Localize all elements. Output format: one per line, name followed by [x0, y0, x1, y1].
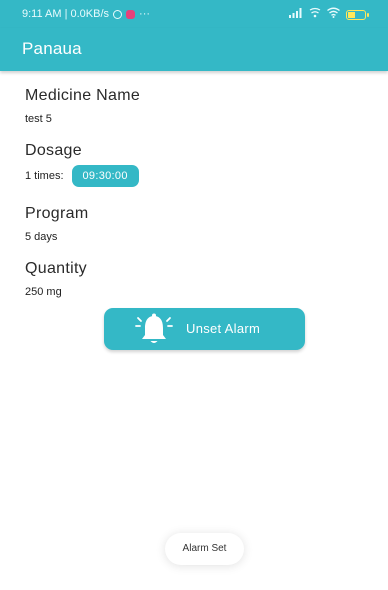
bell-ringing-icon	[134, 311, 174, 347]
program-section: Program 5 days	[25, 204, 88, 244]
status-left: 9:11 AM | 0.0KB/s ···	[22, 8, 150, 20]
app-screen: 9:11 AM | 0.0KB/s ··· Panaua Medicine Na…	[0, 0, 388, 590]
dosage-time-chip[interactable]: 09:30:00	[71, 165, 139, 187]
battery-level	[348, 11, 356, 18]
status-time-speed: 9:11 AM | 0.0KB/s	[22, 8, 110, 20]
dosage-label: Dosage	[25, 142, 82, 159]
program-label: Program	[25, 205, 89, 222]
app-bar: Panaua	[0, 28, 388, 71]
medicine-name-label: Medicine Name	[25, 87, 141, 104]
quantity-label: Quantity	[25, 260, 87, 277]
alarm-icon	[113, 9, 123, 19]
instagram-icon	[126, 9, 136, 19]
quantity-value: 250 mg	[25, 286, 62, 298]
signal-icon	[289, 7, 303, 22]
dosage-times-text: 1 times:	[25, 170, 64, 182]
wifi-icon	[327, 7, 340, 22]
toast-message: Alarm Set	[165, 533, 244, 565]
more-indicator: ···	[139, 8, 151, 20]
medicine-name-section: Medicine Name test 5	[25, 86, 140, 126]
dosage-row: 1 times: 09:30:00	[25, 165, 139, 187]
unset-alarm-label: Unset Alarm	[186, 321, 261, 336]
dosage-section: Dosage 1 times: 09:30:00	[25, 141, 139, 187]
status-right	[289, 7, 369, 22]
app-title: Panaua	[22, 39, 82, 58]
quantity-section: Quantity 250 mg	[25, 259, 87, 299]
medicine-name-value: test 5	[25, 113, 52, 125]
program-value: 5 days	[25, 231, 58, 243]
unset-alarm-button[interactable]: Unset Alarm	[104, 308, 305, 350]
status-bar: 9:11 AM | 0.0KB/s ···	[0, 0, 388, 28]
battery-icon	[346, 9, 369, 20]
vibrate-icon	[309, 7, 321, 22]
